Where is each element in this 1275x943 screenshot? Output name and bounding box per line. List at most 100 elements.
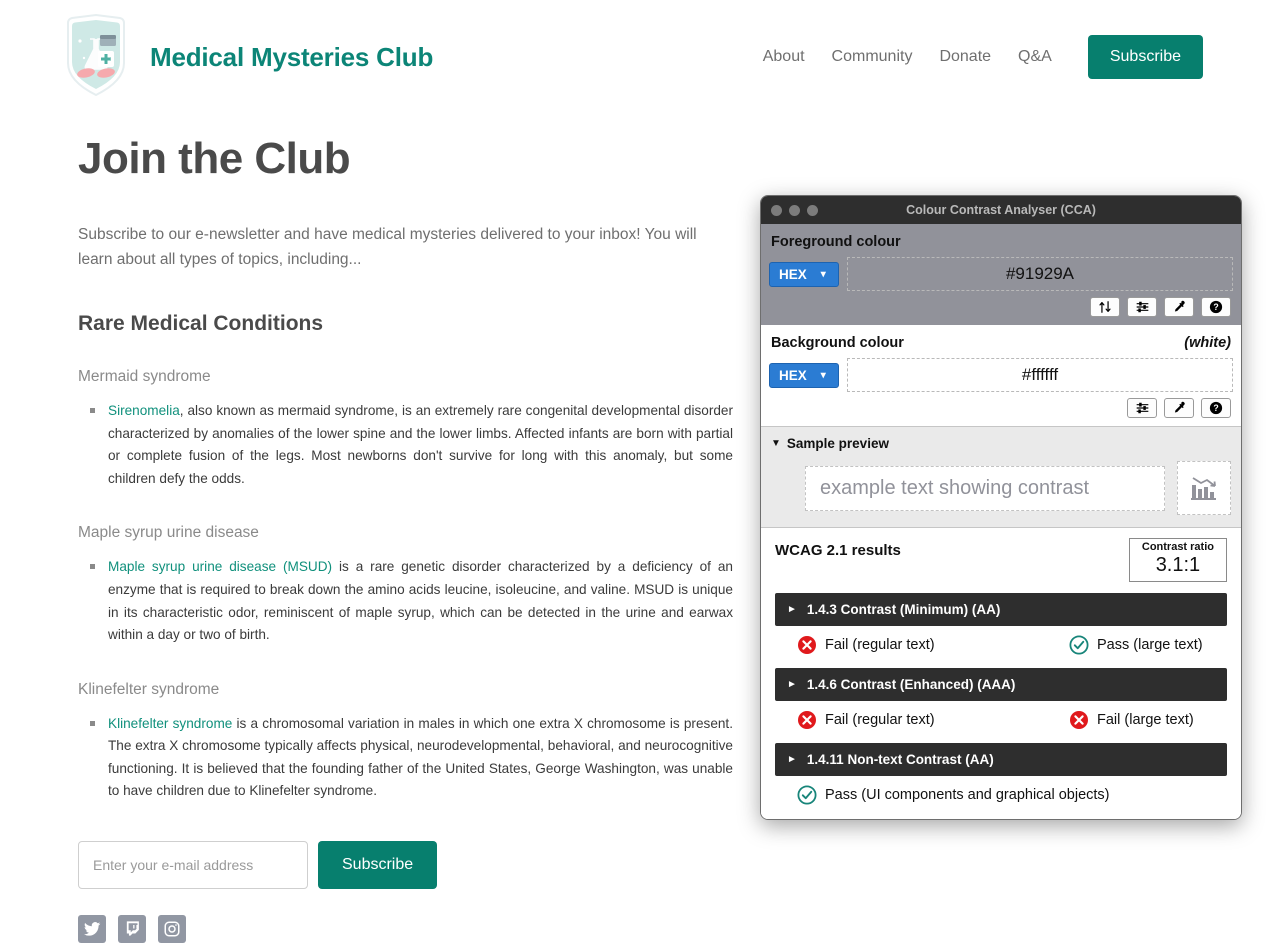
- criterion-1-4-6-toggle[interactable]: ► 1.4.6 Contrast (Enhanced) (AAA): [775, 668, 1227, 702]
- triangle-right-icon: ►: [787, 604, 797, 616]
- criterion-1-4-11-label: 1.4.11 Non-text Contrast (AA): [806, 752, 994, 768]
- subscribe-nav-button[interactable]: Subscribe: [1087, 35, 1203, 79]
- triangle-right-icon: ►: [787, 754, 797, 766]
- condition-link-sirenomelia[interactable]: Sirenomelia: [108, 403, 180, 418]
- nav-item-qa[interactable]: Q&A: [1018, 48, 1052, 66]
- main-nav: About Community Donate Q&A Subscribe: [763, 35, 1203, 79]
- sample-preview-label: Sample preview: [786, 436, 889, 451]
- list-item: Sirenomelia, also known as mermaid syndr…: [90, 400, 733, 490]
- colour-sliders-icon[interactable]: [1127, 398, 1157, 418]
- bar-chart-declining-icon: [1177, 461, 1231, 515]
- eyedropper-icon[interactable]: [1164, 297, 1194, 317]
- nav-item-about[interactable]: About: [763, 48, 805, 66]
- result-text: Fail (regular text): [825, 637, 935, 654]
- intro-paragraph: Subscribe to our e-newsletter and have m…: [78, 226, 697, 269]
- fail-icon: [797, 710, 817, 730]
- nav-item-donate[interactable]: Donate: [939, 48, 991, 66]
- condition-list-msud: Maple syrup urine disease (MSUD) is a ra…: [78, 556, 733, 646]
- contrast-ratio-box: Contrast ratio 3.1:1: [1128, 538, 1227, 583]
- criterion-1-4-3-results: Fail (regular text) Pass (large text): [775, 626, 1227, 657]
- help-icon[interactable]: ?: [1201, 398, 1231, 418]
- nav-item-community[interactable]: Community: [832, 48, 913, 66]
- svg-text:?: ?: [1213, 403, 1218, 413]
- result-text: Fail (large text): [1097, 712, 1194, 729]
- cca-window-title: Colour Contrast Analyser (CCA): [906, 203, 1096, 217]
- help-icon[interactable]: ?: [1201, 297, 1231, 317]
- condition-list-klinefelter: Klinefelter syndrome is a chromosomal va…: [78, 713, 733, 803]
- result-text: Fail (regular text): [825, 712, 935, 729]
- result-1-4-3-large: Pass (large text): [1069, 635, 1203, 655]
- contrast-ratio-value: 3.1:1: [1155, 554, 1201, 577]
- condition-heading-mermaid: Mermaid syndrome: [78, 368, 211, 386]
- foreground-format-value: HEX: [779, 266, 807, 282]
- wcag-results-title: WCAG 2.1 results: [775, 542, 901, 559]
- foreground-format-select[interactable]: HEX ▾: [769, 261, 839, 287]
- brand[interactable]: Medical Mysteries Club: [60, 13, 433, 101]
- colour-sliders-icon[interactable]: [1127, 297, 1157, 317]
- newsletter-form: Subscribe: [78, 840, 660, 889]
- background-label: Background colour: [771, 335, 904, 351]
- result-1-4-6-regular: Fail (regular text): [797, 710, 1069, 730]
- condition-list-mermaid: Sirenomelia, also known as mermaid syndr…: [78, 400, 733, 490]
- background-colour-section: Background colour (white) HEX ▾ #ffffff …: [761, 325, 1241, 426]
- criterion-1-4-11-toggle[interactable]: ► 1.4.11 Non-text Contrast (AA): [775, 743, 1227, 777]
- maximize-icon[interactable]: [807, 204, 818, 216]
- condition-link-msud[interactable]: Maple syrup urine disease (MSUD): [108, 559, 332, 574]
- condition-link-klinefelter[interactable]: Klinefelter syndrome: [108, 716, 232, 731]
- triangle-right-icon: ►: [787, 679, 797, 691]
- criterion-1-4-6-label: 1.4.6 Contrast (Enhanced) (AAA): [806, 677, 1016, 693]
- swap-colours-icon[interactable]: [1090, 297, 1120, 317]
- foreground-toolbar: ?: [769, 291, 1233, 317]
- wcag-results-section: WCAG 2.1 results Contrast ratio 3.1:1 ► …: [761, 527, 1241, 820]
- result-1-4-3-regular: Fail (regular text): [797, 635, 1069, 655]
- cca-titlebar[interactable]: Colour Contrast Analyser (CCA): [761, 196, 1241, 224]
- list-item: Klinefelter syndrome is a chromosomal va…: [90, 713, 733, 803]
- fail-icon: [1069, 710, 1089, 730]
- pass-icon: [797, 785, 817, 805]
- criterion-1-4-3-label: 1.4.3 Contrast (Minimum) (AA): [806, 602, 1001, 618]
- brand-title: Medical Mysteries Club: [150, 41, 434, 72]
- page-title: Join the Club: [78, 134, 351, 183]
- newsletter-subscribe-button[interactable]: Subscribe: [318, 840, 438, 889]
- email-field[interactable]: [78, 840, 308, 889]
- background-toolbar: ?: [769, 392, 1233, 418]
- condition-heading-msud: Maple syrup urine disease: [78, 524, 259, 542]
- foreground-colour-input[interactable]: [847, 257, 1233, 291]
- foreground-header: Foreground colour: [769, 234, 1233, 257]
- instagram-icon[interactable]: [158, 914, 186, 943]
- sample-text: example text showing contrast: [805, 465, 1165, 511]
- result-1-4-6-large: Fail (large text): [1069, 710, 1194, 730]
- background-colour-row: HEX ▾: [769, 358, 1233, 392]
- chevron-down-icon: ▾: [820, 369, 826, 381]
- foreground-colour-row: HEX ▾: [769, 257, 1233, 291]
- social-links: [78, 914, 660, 943]
- eyedropper-icon[interactable]: [1164, 398, 1194, 418]
- close-icon[interactable]: [771, 204, 782, 216]
- main-content: Join the Club Subscribe to our e-newslet…: [0, 100, 733, 943]
- minimize-icon[interactable]: [789, 204, 800, 216]
- sample-preview-section: ▼ Sample preview example text showing co…: [761, 426, 1241, 527]
- section-title: Rare Medical Conditions: [78, 312, 324, 336]
- background-format-value: HEX: [779, 367, 807, 383]
- sample-preview-disclosure[interactable]: ▼ Sample preview: [771, 436, 1231, 451]
- pass-icon: [1069, 635, 1089, 655]
- criterion-1-4-3-toggle[interactable]: ► 1.4.3 Contrast (Minimum) (AA): [775, 593, 1227, 627]
- twitch-icon[interactable]: [118, 914, 146, 943]
- svg-text:?: ?: [1213, 302, 1218, 312]
- triangle-down-icon: ▼: [771, 438, 781, 449]
- condition-heading-klinefelter: Klinefelter syndrome: [78, 680, 220, 698]
- sample-preview-body: example text showing contrast: [771, 461, 1231, 515]
- site-header: Medical Mysteries Club About Community D…: [0, 0, 1275, 100]
- background-header: Background colour (white): [769, 335, 1233, 358]
- foreground-label: Foreground colour: [771, 234, 901, 250]
- background-colour-note: (white): [1184, 335, 1231, 351]
- result-text: Pass (UI components and graphical object…: [825, 787, 1110, 804]
- twitter-icon[interactable]: [78, 914, 106, 943]
- criterion-1-4-6-results: Fail (regular text) Fail (large text): [775, 701, 1227, 732]
- background-format-select[interactable]: HEX ▾: [769, 362, 839, 388]
- shield-medical-badge-icon: [60, 13, 132, 101]
- result-1-4-11-ui: Pass (UI components and graphical object…: [797, 785, 1110, 805]
- window-controls: [771, 204, 818, 216]
- chevron-down-icon: ▾: [820, 268, 826, 280]
- background-colour-input[interactable]: [847, 358, 1233, 392]
